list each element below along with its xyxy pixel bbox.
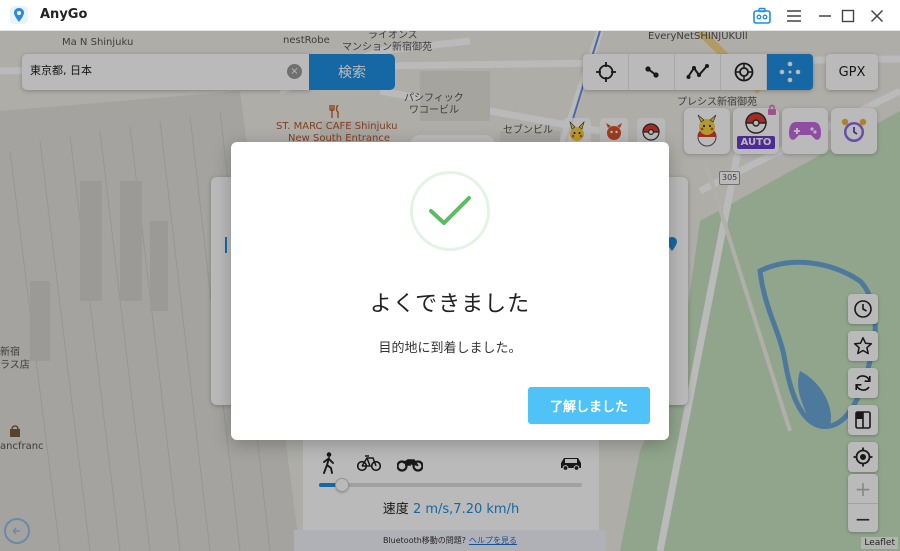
dialog-message: 目的地に到着しました。 (378, 341, 522, 356)
maximize-button[interactable] (836, 4, 860, 27)
toolbox-button[interactable] (750, 4, 774, 27)
arrival-dialog: よくできました 目的地に到着しました。 了解しました (231, 142, 669, 440)
success-badge (410, 171, 490, 251)
confirm-button[interactable]: 了解しました (528, 387, 650, 424)
minimize-button[interactable] (813, 4, 837, 27)
app-logo-icon (10, 6, 28, 24)
title-bar: AnyGo (0, 0, 900, 31)
app-title: AnyGo (40, 7, 88, 22)
close-button[interactable] (865, 4, 889, 27)
maximize-icon (841, 9, 855, 22)
menu-button[interactable] (782, 4, 806, 27)
dialog-title: よくできました (369, 292, 531, 317)
hamburger-icon (787, 9, 801, 22)
checkmark-icon (429, 196, 471, 225)
minimize-icon (819, 14, 831, 17)
toolbox-icon (753, 7, 771, 24)
close-icon (870, 9, 884, 22)
